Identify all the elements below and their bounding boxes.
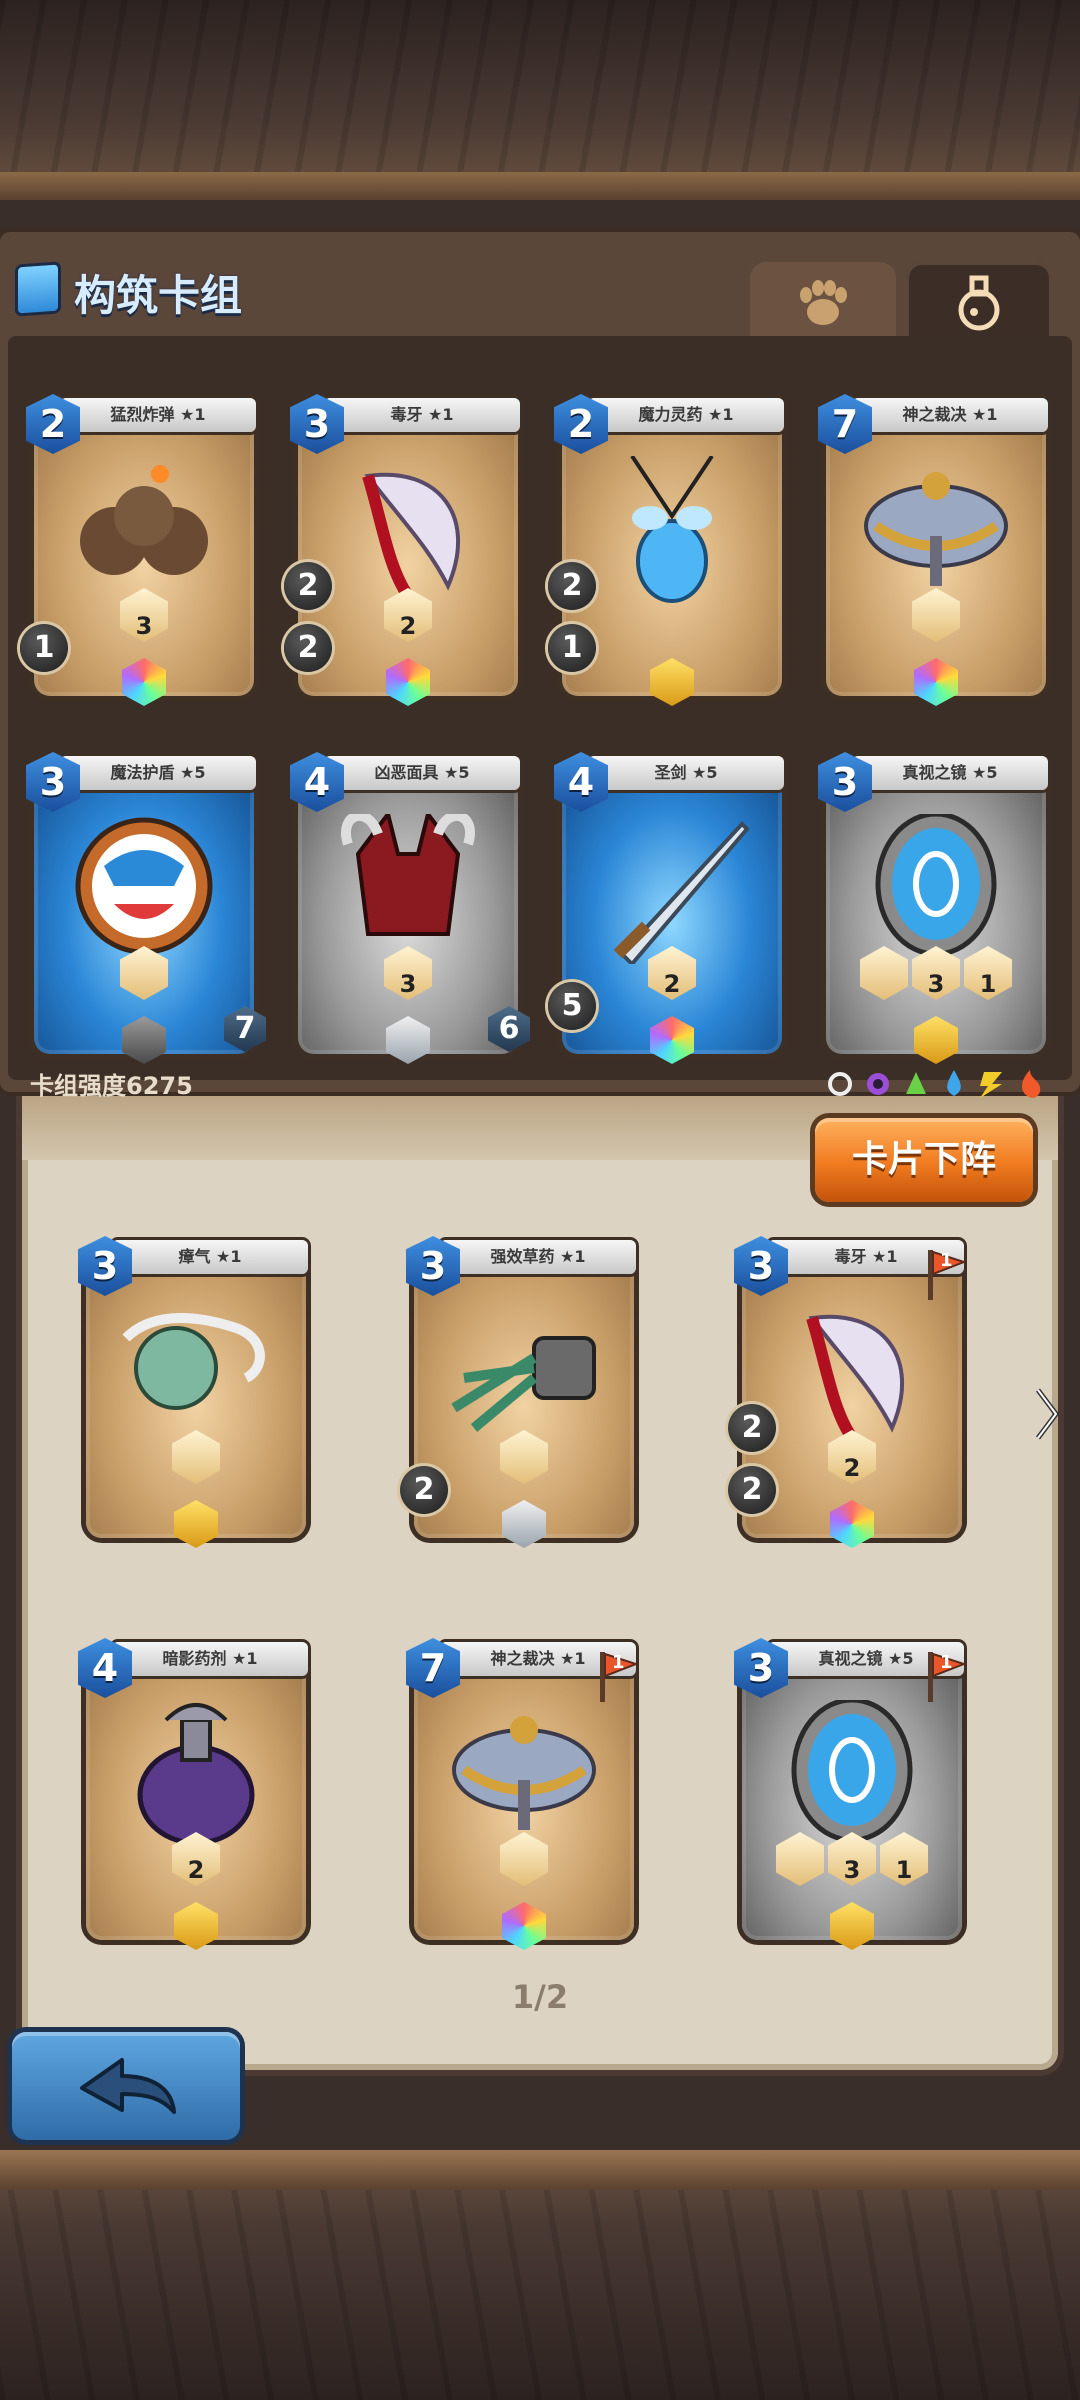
card[interactable]: 凶恶面具 ★5 4 3 6 <box>290 752 530 1064</box>
card-counter: 2 <box>728 1404 776 1452</box>
wood-top-frame <box>0 0 1080 200</box>
fang-art-icon <box>772 1298 932 1448</box>
card-counter: 5 <box>548 982 596 1030</box>
card-counter: 2 <box>400 1466 448 1514</box>
card-counter: 1 <box>20 624 68 672</box>
poison-element-icon <box>867 1073 889 1095</box>
flag-number: 1 <box>940 1652 953 1673</box>
card-counter: 2 <box>728 1466 776 1514</box>
card-name: 魔法护盾 ★5 <box>60 756 256 790</box>
herb-art-icon <box>444 1298 604 1448</box>
mirror-art-icon <box>856 811 1016 964</box>
flag-icon: 1 <box>926 1652 967 1702</box>
nature-element-icon <box>906 1072 926 1094</box>
card-counter: 2 <box>548 562 596 610</box>
page-indicator: 1/2 <box>511 1978 569 2016</box>
card-counter: 2 <box>284 562 332 610</box>
element-filter-icons <box>828 1070 1041 1098</box>
deck-book-icon <box>18 264 58 314</box>
card[interactable]: 魔法护盾 ★5 3 7 <box>26 752 266 1064</box>
potion-flask-icon <box>958 275 1000 331</box>
sword-art-icon <box>592 814 752 967</box>
card-counter: 2 <box>284 624 332 672</box>
wood-bottom-frame <box>0 2150 1080 2400</box>
deck-strength-label: 卡组强度6275 <box>30 1072 193 1100</box>
amulet-art-icon <box>592 454 752 606</box>
card[interactable]: 神之裁决 ★1 7 <box>818 394 1052 706</box>
card-name: 真视之镜 ★5 <box>852 756 1048 790</box>
fang-art-icon <box>328 456 488 606</box>
card[interactable]: 暗影药剂 ★1 4 2 <box>78 1638 312 1950</box>
card[interactable]: 真视之镜 ★5 3 3 1 1 <box>734 1638 968 1950</box>
lightning-element-icon <box>980 1072 1002 1098</box>
bombs-art-icon <box>64 456 224 606</box>
card-name: 神之裁决 ★1 <box>852 398 1048 432</box>
back-button[interactable] <box>12 2032 240 2140</box>
card-name: 暗影药剂 ★1 <box>112 1642 308 1676</box>
card-name: 毒牙 ★1 <box>324 398 520 432</box>
flag-number: 1 <box>612 1652 625 1673</box>
tab-companions[interactable] <box>750 262 896 342</box>
neutral-element-icon <box>828 1072 852 1096</box>
mirror-art-icon <box>772 1697 932 1850</box>
card[interactable]: 毒牙 ★1 3 2 2 2 1 <box>728 1236 968 1548</box>
card[interactable]: 毒牙 ★1 3 2 2 2 <box>284 394 524 706</box>
scales-art-icon <box>856 456 1016 606</box>
fire-element-icon <box>1022 1070 1041 1098</box>
card-name: 瘴气 ★1 <box>112 1240 308 1274</box>
card[interactable]: 圣剑 ★5 4 2 5 <box>548 752 788 1064</box>
card[interactable]: 真视之镜 ★5 3 3 1 <box>818 752 1052 1064</box>
flag-icon: 1 <box>926 1250 967 1300</box>
potion-art-icon <box>116 1700 276 1850</box>
flag-icon: 1 <box>598 1652 639 1702</box>
water-element-icon <box>947 1070 961 1096</box>
unload-card-button[interactable]: 卡片下阵 <box>815 1118 1033 1202</box>
back-arrow-icon <box>80 2058 176 2114</box>
card-name: 凶恶面具 ★5 <box>324 756 520 790</box>
card[interactable]: 瘴气 ★1 3 <box>78 1236 312 1548</box>
card[interactable]: 强效草药 ★1 3 2 <box>400 1236 640 1548</box>
mask-art-icon <box>328 809 488 964</box>
next-page-arrow-icon[interactable] <box>1034 1386 1060 1442</box>
card-counter: 1 <box>548 624 596 672</box>
shield-art-icon <box>64 814 224 964</box>
cloud-art-icon <box>116 1298 276 1448</box>
deck-title: 构筑卡组 <box>74 271 243 320</box>
card-name: 强效草药 ★1 <box>440 1240 636 1274</box>
scales-art-icon <box>444 1700 604 1850</box>
card-name: 魔力灵药 ★1 <box>588 398 784 432</box>
tab-potions[interactable] <box>906 262 1052 342</box>
card[interactable]: 猛烈炸弹 ★1 2 3 1 <box>20 394 260 706</box>
card[interactable]: 魔力灵药 ★1 2 2 1 <box>548 394 788 706</box>
card-name: 圣剑 ★5 <box>588 756 784 790</box>
card[interactable]: 神之裁决 ★1 7 1 <box>406 1638 640 1950</box>
card-name: 猛烈炸弹 ★1 <box>60 398 256 432</box>
flag-number: 1 <box>940 1250 953 1271</box>
paw-icon <box>800 280 847 325</box>
